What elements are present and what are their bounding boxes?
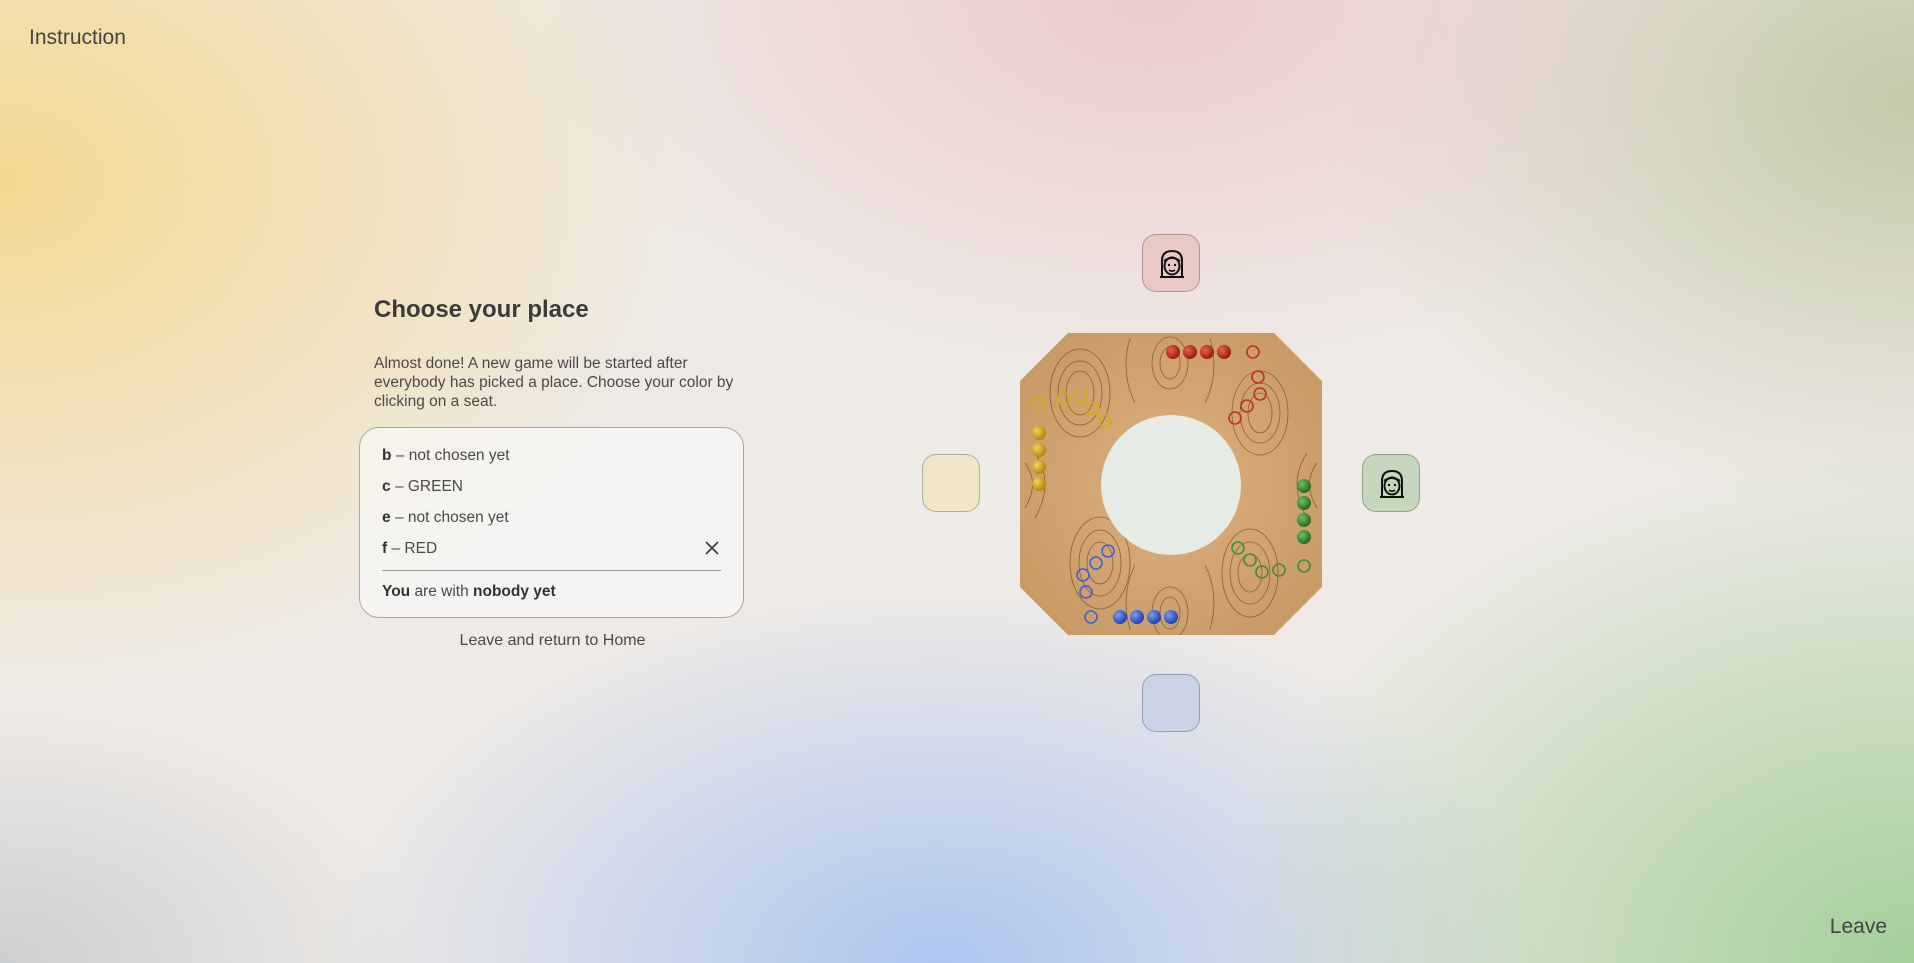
team-status: You are with nobody yet <box>382 583 721 601</box>
seat-blue[interactable] <box>1142 674 1200 732</box>
close-icon[interactable] <box>703 539 721 557</box>
leave-button[interactable]: Leave <box>1830 915 1887 939</box>
divider <box>382 570 721 571</box>
game-board <box>1020 333 1322 635</box>
player-status: GREEN <box>407 478 463 495</box>
player-name: e <box>382 509 391 526</box>
status-text: are with <box>414 583 469 600</box>
status-you: You <box>382 583 411 600</box>
player-name: c <box>382 478 391 495</box>
player-status: RED <box>404 540 438 557</box>
seat-yellow[interactable] <box>922 454 980 512</box>
player-row: e – not chosen yet <box>382 502 721 533</box>
separator: – <box>391 540 401 557</box>
separator: – <box>395 447 405 464</box>
girl-avatar-icon <box>1380 469 1404 498</box>
status-value: nobody yet <box>473 583 556 600</box>
page-title: Choose your place <box>374 296 589 323</box>
instructions-text: Almost done! A new game will be started … <box>374 355 734 410</box>
player-row: f – RED <box>382 533 721 564</box>
separator: – <box>394 509 404 526</box>
seat-green[interactable] <box>1362 454 1420 512</box>
player-row: b – not chosen yet <box>382 440 721 471</box>
choose-place-panel: Choose your place Almost done! A new gam… <box>359 296 746 650</box>
seat-red[interactable] <box>1142 234 1200 292</box>
separator: – <box>394 478 404 495</box>
player-list: b – not chosen yet c – GREEN e – not cho… <box>359 427 744 618</box>
player-status: not chosen yet <box>408 447 510 464</box>
player-row: c – GREEN <box>382 471 721 502</box>
girl-avatar-icon <box>1160 249 1184 278</box>
player-name: f <box>382 540 388 557</box>
player-name: b <box>382 447 392 464</box>
instruction-link[interactable]: Instruction <box>29 26 126 50</box>
leave-home-link[interactable]: Leave and return to Home <box>359 632 746 650</box>
player-status: not chosen yet <box>407 509 509 526</box>
